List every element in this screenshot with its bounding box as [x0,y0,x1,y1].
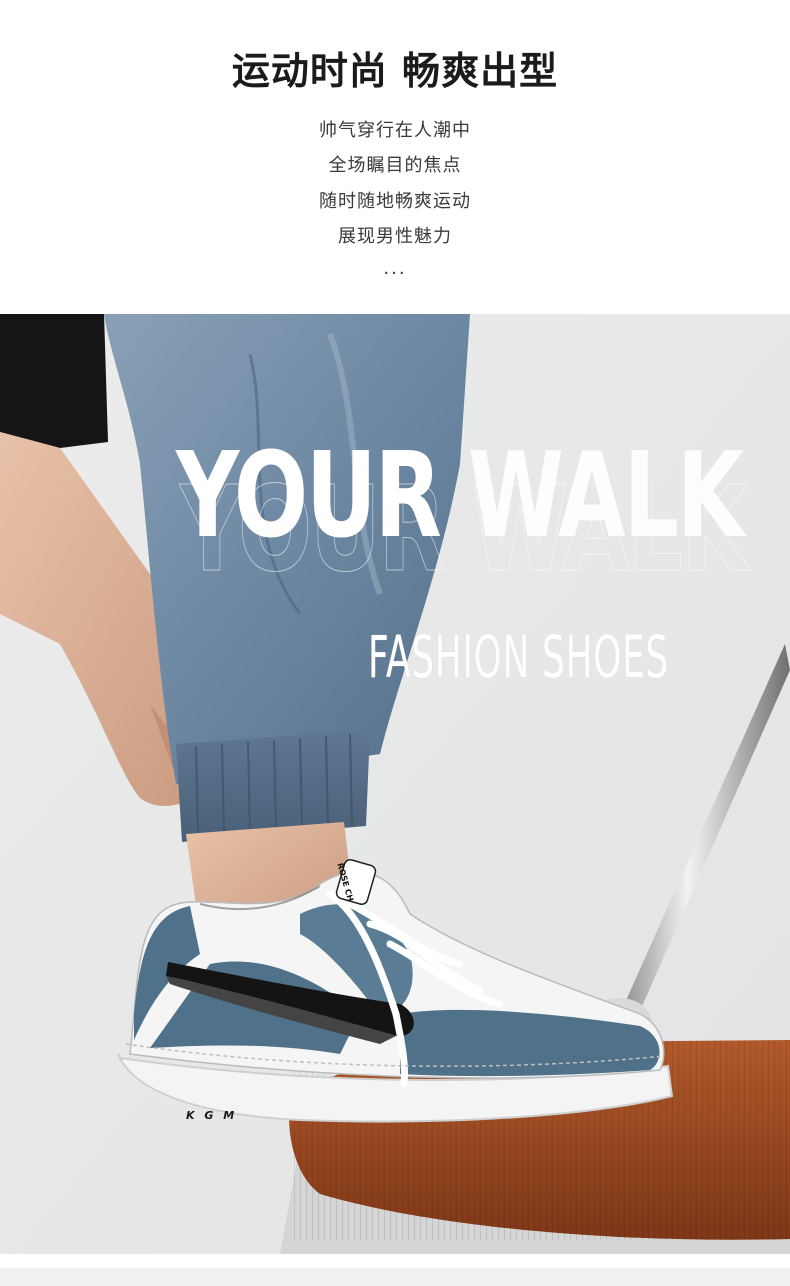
sole-logo: K G M [186,1109,238,1122]
tagline-4: 展现男性魅力 [338,226,452,247]
title-word-walk: WALK [467,426,745,564]
tagline-3: 随时随地畅爽运动 [319,191,471,212]
header-section: 运动时尚 畅爽出型 帅气穿行在人潮中 全场瞩目的焦点 随时随地畅爽运动 展现男性… [0,0,790,314]
bottom-divider [0,1254,790,1286]
banner-subtitle: FASHION SHOES [368,623,669,691]
banner-title: YOUR WALK [176,436,744,554]
ellipsis: ... [383,258,407,279]
headline: 运动时尚 畅爽出型 [231,49,559,93]
tagline-1: 帅气穿行在人潮中 [319,120,471,141]
tagline-2: 全场瞩目的焦点 [328,155,462,176]
title-word-your: YOUR [176,426,442,564]
bottom-band [0,1268,790,1286]
